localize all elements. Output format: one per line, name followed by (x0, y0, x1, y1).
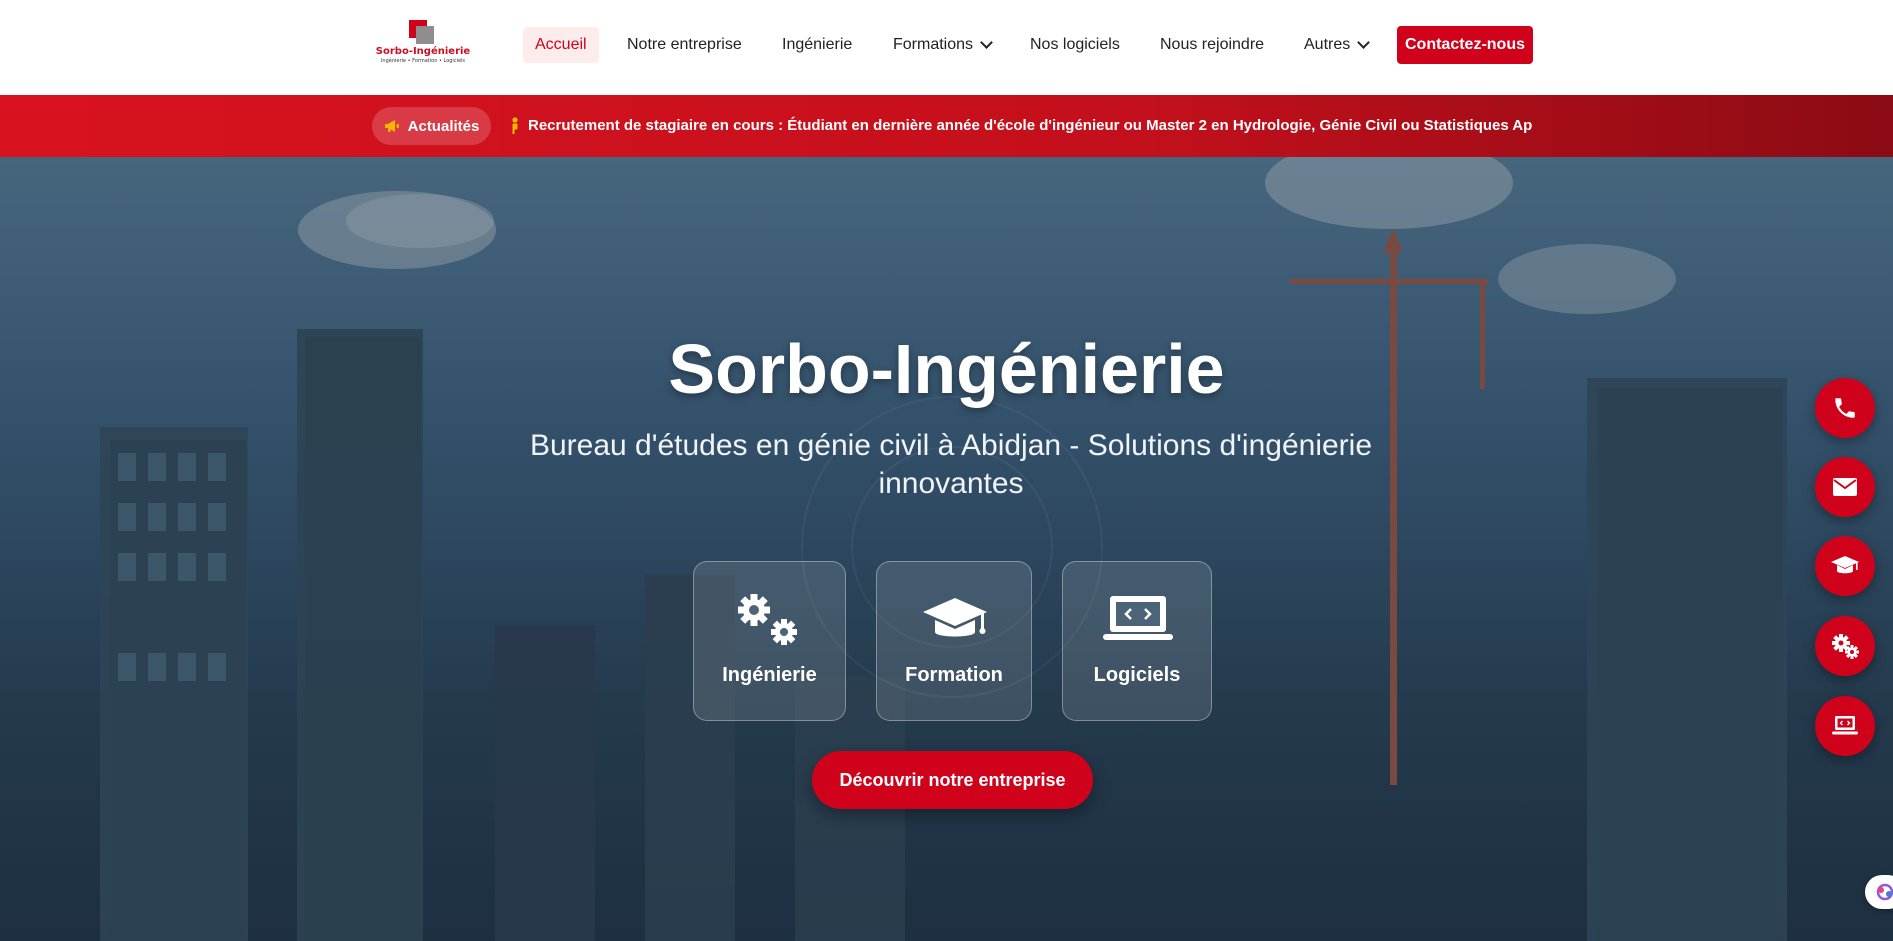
phone-icon (1835, 398, 1855, 418)
chat-widget-button[interactable] (1865, 875, 1893, 909)
megaphone-icon (384, 120, 399, 132)
news-message[interactable]: Recrutement de stagiaire en cours : Étud… (510, 95, 1533, 157)
contact-button[interactable]: Contactez-nous (1397, 26, 1533, 64)
nav-nos-logiciels[interactable]: Nos logiciels (1030, 27, 1120, 63)
service-card-logiciels[interactable]: Logiciels (1062, 561, 1212, 721)
float-ingenierie-button[interactable] (1815, 616, 1875, 676)
float-email-button[interactable] (1815, 457, 1875, 517)
service-card-label: Ingénierie (722, 664, 817, 686)
logo-name: Sorbo-Ingénierie (375, 46, 471, 57)
chat-icon (1876, 883, 1893, 901)
nav-label: Autres (1304, 36, 1351, 53)
news-message-viewport: Recrutement de stagiaire en cours : Étud… (510, 95, 1533, 157)
service-card-formation[interactable]: Formation (876, 561, 1032, 721)
service-card-label: Logiciels (1093, 664, 1181, 686)
gears-icon (694, 592, 845, 648)
nav-label: Notre entreprise (627, 36, 742, 53)
site-logo[interactable]: Sorbo-Ingénierie Ingénierie • Formation … (374, 18, 472, 68)
nav-accueil[interactable]: Accueil (523, 27, 599, 63)
float-formation-button[interactable] (1815, 536, 1875, 596)
hero-title: Sorbo-Ingénierie (668, 330, 1225, 408)
nav-label: Accueil (535, 36, 587, 53)
news-pill: Actualités (372, 107, 491, 145)
laptop-code-icon (1832, 716, 1858, 735)
graduation-cap-icon (877, 592, 1031, 648)
envelope-icon (1833, 478, 1857, 496)
nav-formations[interactable]: Formations (893, 27, 993, 63)
nav-nous-rejoindre[interactable]: Nous rejoindre (1160, 27, 1264, 63)
discover-company-button[interactable]: Découvrir notre entreprise (812, 751, 1093, 809)
person-icon (512, 117, 518, 134)
float-logiciels-button[interactable] (1815, 696, 1875, 756)
news-pill-label: Actualités (407, 117, 480, 135)
site-header: Sorbo-Ingénierie Ingénierie • Formation … (0, 0, 1893, 95)
nav-label: Formations (893, 36, 974, 53)
service-card-ingenierie[interactable]: Ingénierie (693, 561, 846, 721)
logo-tagline: Ingénierie • Formation • Logiciels (380, 58, 466, 64)
nav-label: Nous rejoindre (1160, 36, 1265, 53)
city-skyline-illustration (100, 157, 1787, 941)
hero-section: Sorbo-Ingénierie Bureau d'études en géni… (0, 157, 1893, 941)
service-card-label: Formation (905, 664, 1003, 686)
chevron-down-icon (1357, 36, 1371, 49)
gears-icon (1832, 634, 1859, 659)
nav-autres[interactable]: Autres (1304, 27, 1371, 63)
news-message-text: Recrutement de stagiaire en cours : Étud… (528, 117, 1533, 134)
nav-label: Ingénierie (782, 36, 853, 53)
nav-label: Nos logiciels (1030, 36, 1120, 53)
chevron-down-icon (980, 36, 993, 49)
nav-ingenierie[interactable]: Ingénierie (782, 27, 852, 63)
laptop-code-icon (1063, 592, 1211, 648)
graduation-cap-icon (1831, 556, 1859, 574)
news-ticker: Actualités Recrutement de stagiaire en c… (0, 95, 1893, 157)
hero-subtitle: Bureau d'études en génie civil à Abidjan… (529, 429, 1373, 500)
logo-mark-icon (409, 20, 437, 46)
float-phone-button[interactable] (1815, 378, 1875, 438)
nav-notre-entreprise[interactable]: Notre entreprise (627, 27, 742, 63)
